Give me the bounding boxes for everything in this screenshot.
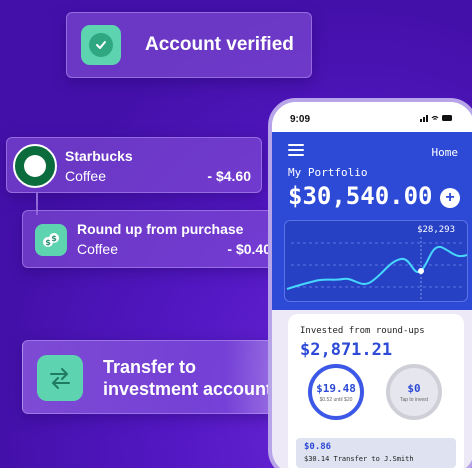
home-link[interactable]: Home — [432, 146, 459, 159]
transfer-line-1: Transfer to — [103, 357, 197, 377]
transaction-description: $30.14 Transfer to J.Smith — [304, 455, 414, 463]
roundups-total: $2,871.21 — [300, 340, 393, 360]
svg-text:$: $ — [51, 234, 57, 243]
transfer-line-2: investment account — [103, 379, 273, 399]
hamburger-menu-icon[interactable] — [288, 144, 304, 156]
starbucks-logo — [13, 144, 57, 188]
progress-value: $19.48 — [316, 381, 356, 395]
transfer-arrows-icon — [37, 355, 83, 401]
portfolio-chart: $28,293 — [284, 220, 468, 302]
status-time: 9:09 — [290, 114, 311, 125]
portfolio-value: $30,540.00 — [288, 182, 433, 210]
chart-peak-label: $28,293 — [417, 225, 455, 235]
invest-value: $0 — [407, 381, 421, 395]
purchase-amount: - $4.60 — [207, 168, 251, 184]
phone-mockup: 9:09 Home My Portfolio $30,540.00 + $28,… — [268, 98, 472, 468]
progress-ring: $19.48 $0.52 until $20 — [308, 364, 364, 420]
verified-text: Account verified — [145, 34, 294, 55]
invest-caption: Tap to invest — [399, 396, 429, 403]
transaction-amount: $0.86 — [304, 442, 332, 452]
roundup-notification: $ $ Round up from purchase Coffee - $0.4… — [22, 210, 282, 268]
svg-text:$: $ — [45, 238, 51, 247]
account-verified-toast: Account verified — [66, 12, 312, 78]
purchase-notification: Starbucks Coffee - $4.60 — [6, 137, 262, 193]
roundup-amount: - $0.40 — [227, 241, 271, 257]
dollar-exchange-icon: $ $ — [35, 224, 67, 256]
status-bar: 9:09 — [272, 102, 472, 132]
merchant-name: Starbucks — [65, 148, 133, 164]
transfer-notification: Transfer to investment account — [22, 340, 294, 414]
check-icon — [81, 25, 121, 65]
roundups-label: Invested from round-ups — [300, 326, 425, 336]
add-icon[interactable]: + — [440, 188, 460, 208]
purchase-category: Coffee — [65, 168, 106, 184]
portfolio-label: My Portfolio — [288, 166, 368, 179]
invest-button[interactable]: $0 Tap to invest — [386, 364, 442, 420]
roundup-title: Round up from purchase — [77, 221, 244, 237]
transaction-row[interactable]: $0.86 $30.14 Transfer to J.Smith — [296, 438, 456, 468]
progress-caption: $0.52 until $20 — [319, 396, 353, 403]
portfolio-header: Home My Portfolio $30,540.00 + $28,293 — [272, 132, 472, 310]
roundup-category: Coffee — [77, 241, 118, 257]
status-icons — [420, 113, 454, 125]
roundups-card: Invested from round-ups $2,871.21 $19.48… — [288, 314, 464, 468]
